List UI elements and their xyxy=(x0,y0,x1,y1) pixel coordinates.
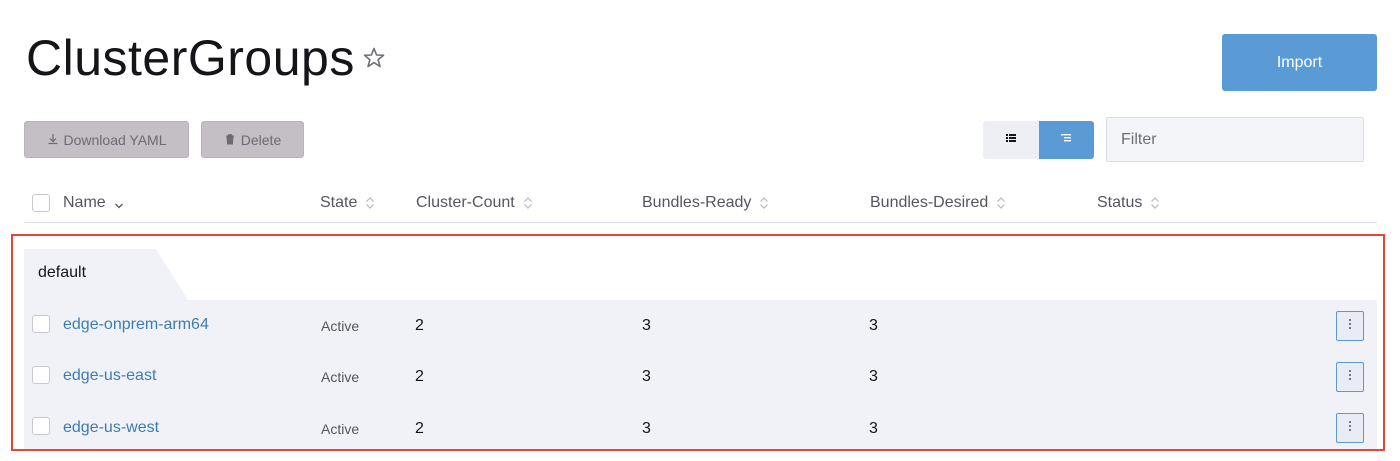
sort-icon xyxy=(1150,196,1160,210)
column-header-state[interactable]: State xyxy=(320,194,375,212)
delete-button[interactable]: Delete xyxy=(201,121,304,158)
column-header-name[interactable]: Name xyxy=(63,194,124,212)
table-header: Name State Cluster-Count Bundles-Ready B… xyxy=(24,182,1377,223)
import-button[interactable]: Import xyxy=(1222,34,1377,91)
column-header-status[interactable]: Status xyxy=(1097,194,1160,212)
page-title: ClusterGroups xyxy=(26,30,355,86)
highlight-box xyxy=(11,234,1385,451)
delete-label: Delete xyxy=(240,131,282,148)
download-yaml-label: Download YAML xyxy=(63,131,167,148)
column-header-bundles-ready[interactable]: Bundles-Ready xyxy=(642,194,769,212)
download-icon xyxy=(47,132,59,148)
indented-list-icon xyxy=(1059,131,1073,149)
star-icon[interactable] xyxy=(362,46,386,70)
sort-icon xyxy=(114,196,124,210)
list-icon xyxy=(1004,131,1018,149)
trash-icon xyxy=(224,132,236,148)
view-toggle xyxy=(983,121,1094,159)
select-all-checkbox[interactable] xyxy=(32,194,50,212)
sort-icon xyxy=(996,196,1006,210)
column-header-cluster-count[interactable]: Cluster-Count xyxy=(416,194,533,212)
filter-input[interactable] xyxy=(1106,117,1364,162)
sort-icon xyxy=(523,196,533,210)
group-by-button[interactable] xyxy=(1038,121,1094,159)
flat-list-button[interactable] xyxy=(983,121,1039,159)
sort-icon xyxy=(759,196,769,210)
column-header-bundles-desired[interactable]: Bundles-Desired xyxy=(870,194,1006,212)
sort-icon xyxy=(365,196,375,210)
download-yaml-button[interactable]: Download YAML xyxy=(24,121,189,158)
